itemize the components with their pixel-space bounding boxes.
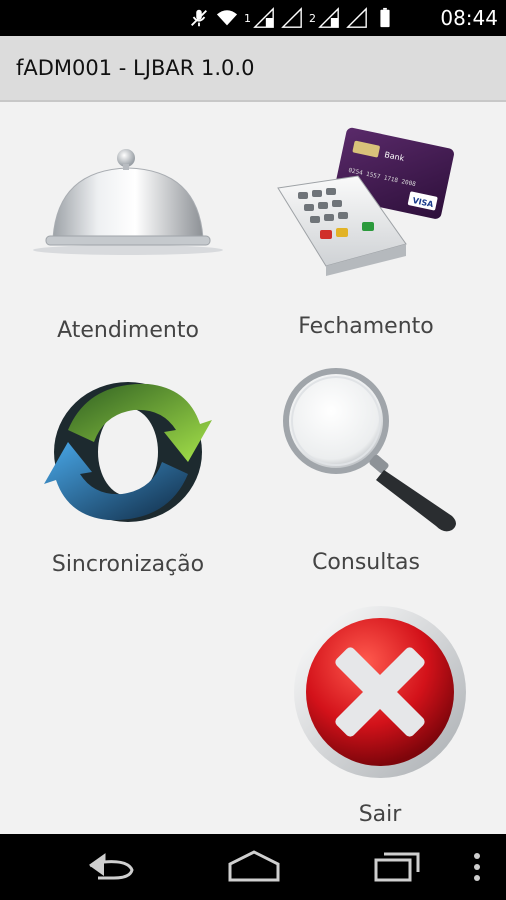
signal-empty-icon [281,7,302,28]
magnifier-icon [283,368,456,532]
status-icons: 1 2 [188,5,396,31]
menu-item-sincronizacao[interactable]: Sincronização [28,372,228,577]
app-bar: fADM001 - LJBAR 1.0.0 [0,36,506,102]
menu-item-sair[interactable]: Sair [280,604,480,827]
menu-item-atendimento[interactable]: Atendimento [28,140,228,343]
menu-item-label: Atendimento [57,318,199,343]
muted-mic-icon [191,9,207,27]
sim2-label: 2 [309,11,316,25]
main-menu: Atendimento Bank 0254 1557 1718 2008 VIS… [0,104,506,834]
card-terminal-icon: Bank 0254 1557 1718 2008 VISA [277,127,454,276]
status-bar: 1 2 08:44 [0,0,506,36]
navigation-bar [0,834,506,900]
overflow-menu-icon[interactable] [462,848,492,886]
signal-sim2-icon [318,7,339,28]
wifi-icon [216,10,238,26]
menu-item-label: Consultas [312,550,420,575]
status-clock: 08:44 [440,6,498,30]
sync-arrows-icon [44,382,212,522]
menu-item-label: Sincronização [51,552,205,577]
menu-item-fechamento[interactable]: Bank 0254 1557 1718 2008 VISA Fechamento [266,126,466,339]
sim1-label: 1 [244,11,251,25]
cloche-icon [33,149,223,255]
menu-item-consultas[interactable]: Consultas [266,366,466,575]
signal-empty-2-icon [346,7,367,28]
home-icon[interactable] [224,848,284,886]
recents-icon[interactable] [368,848,428,886]
exit-x-icon [294,606,466,778]
back-icon[interactable] [84,848,144,886]
menu-item-label: Sair [358,802,402,827]
app-title: fADM001 - LJBAR 1.0.0 [16,56,255,80]
signal-sim1-icon [253,7,274,28]
battery-icon [380,7,390,28]
menu-item-label: Fechamento [298,314,434,339]
